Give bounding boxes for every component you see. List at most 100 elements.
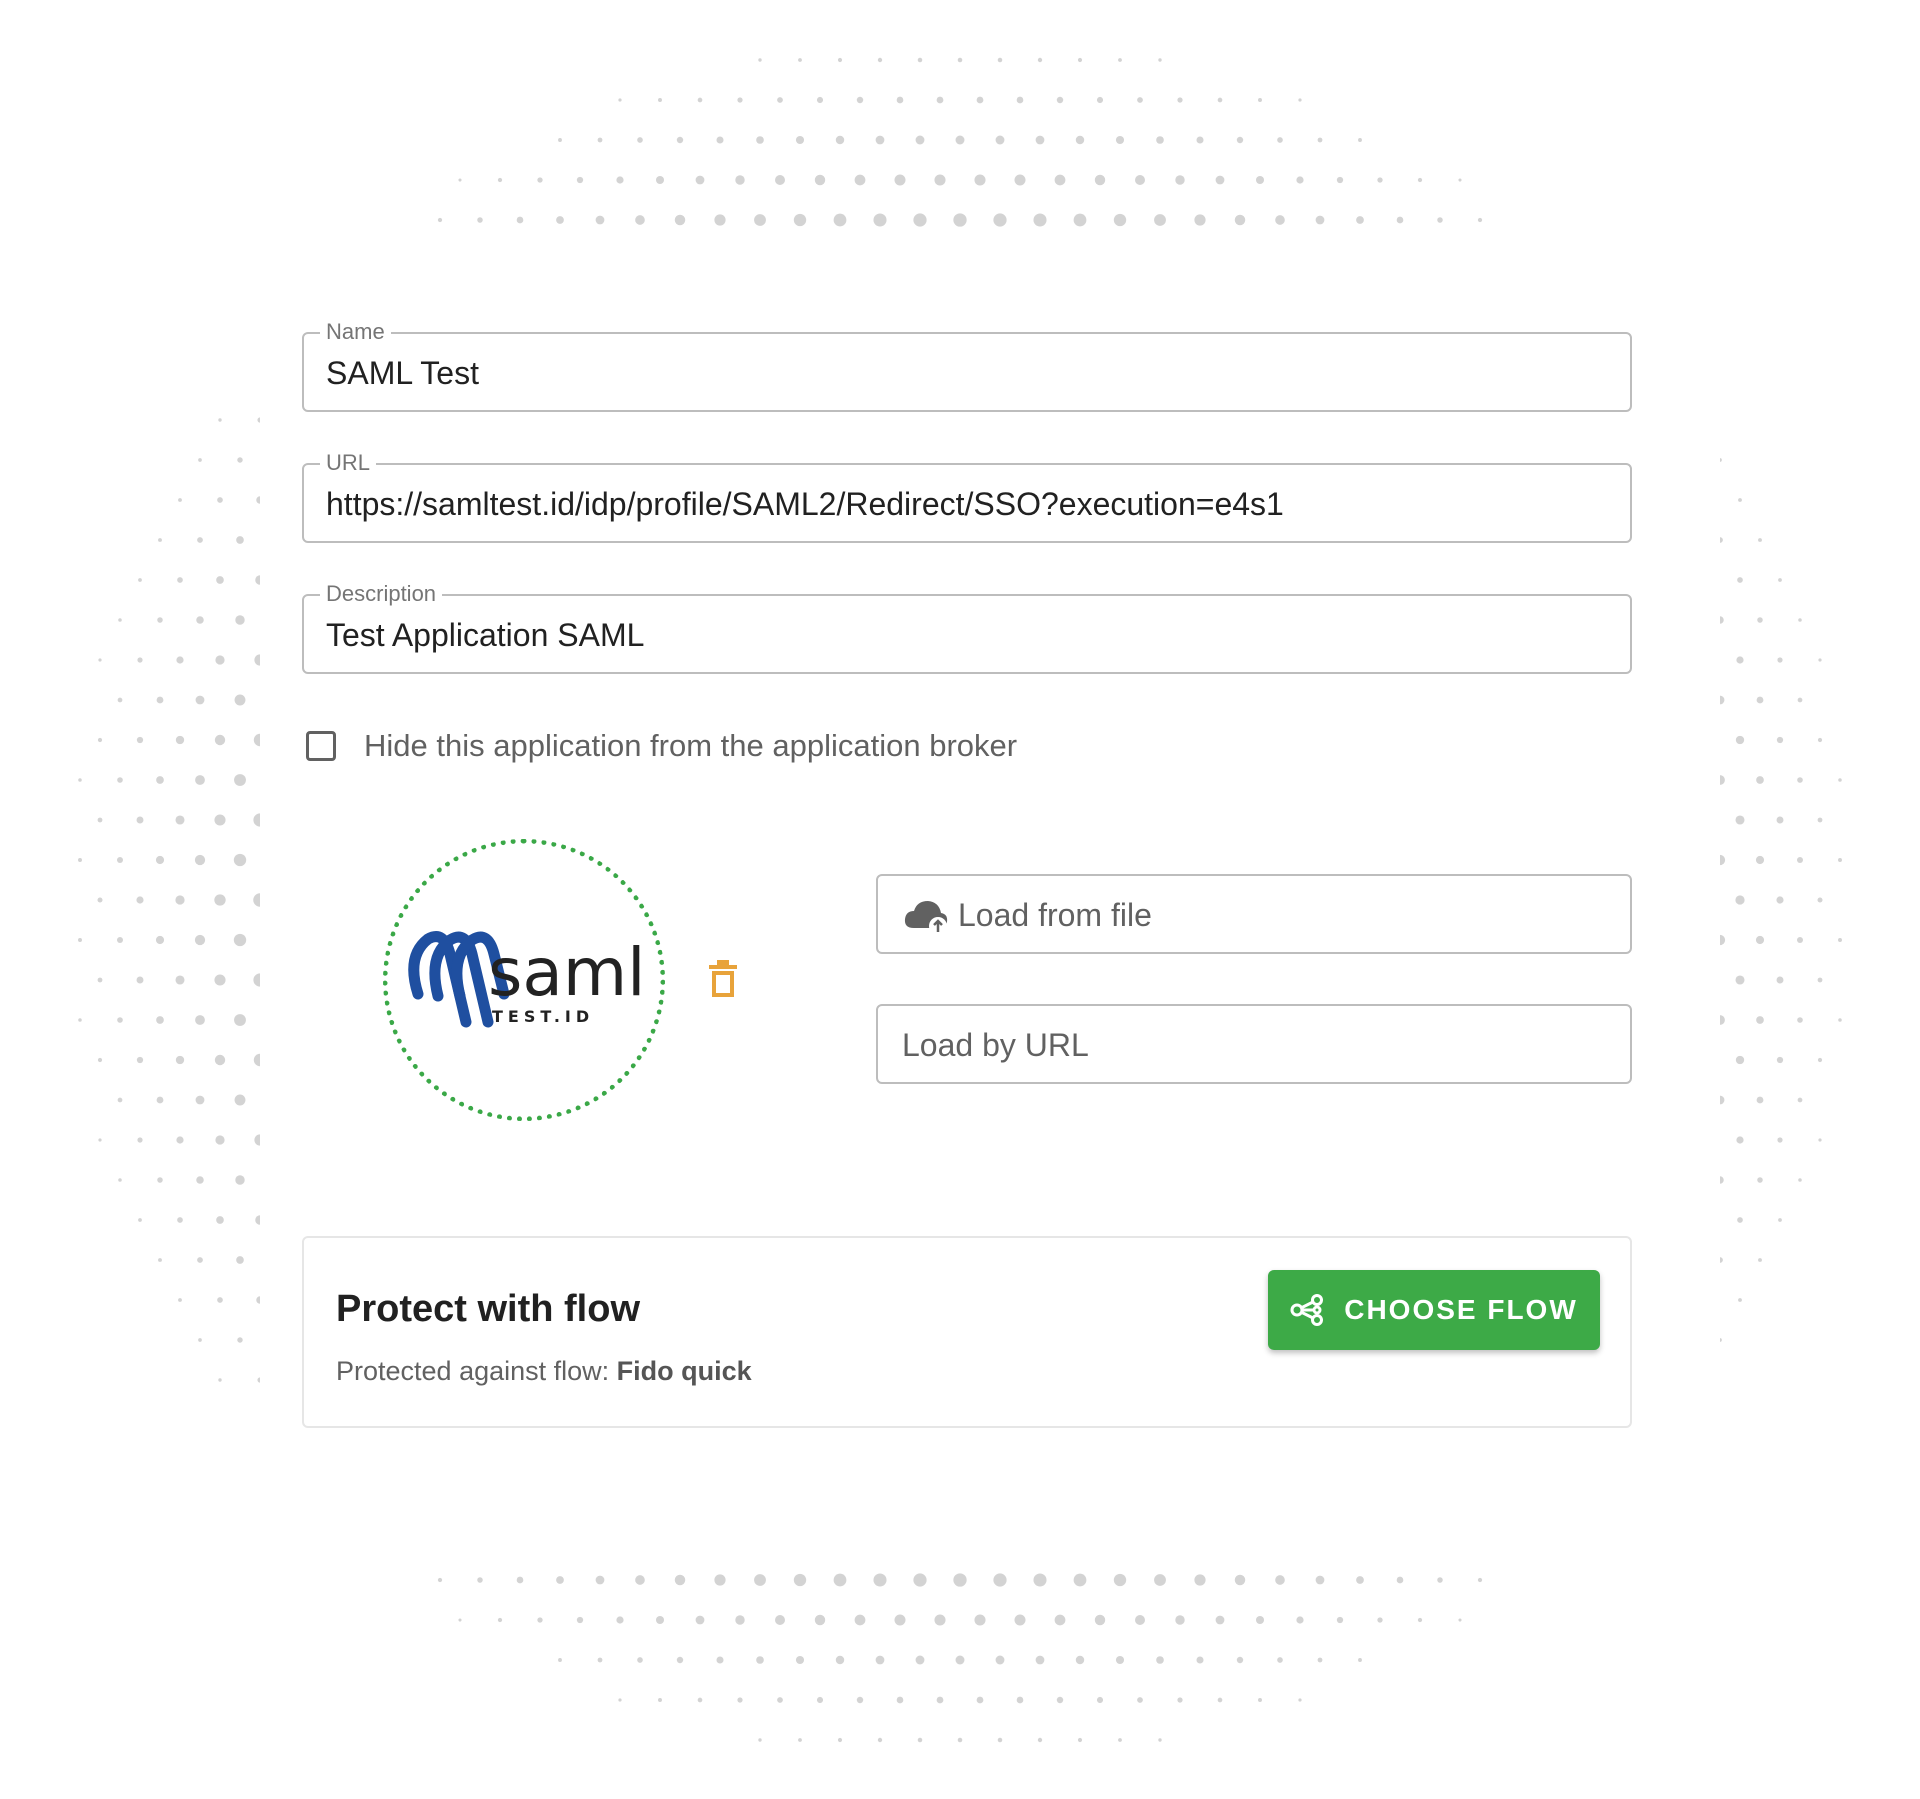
hide-app-checkbox-row[interactable]: Hide this application from the applicati… — [306, 726, 1017, 766]
protect-flow-prefix: Protected against flow: — [336, 1356, 617, 1386]
background-dot — [917, 57, 923, 63]
background-dot — [1035, 1655, 1045, 1665]
background-dot — [136, 896, 144, 904]
background-dot — [756, 1656, 764, 1664]
background-dot — [437, 1577, 443, 1583]
background-dot — [1755, 935, 1765, 945]
background-dot — [695, 175, 705, 185]
name-field-label: Name — [320, 319, 391, 345]
background-dot — [1255, 1615, 1265, 1625]
background-dot — [616, 1616, 624, 1624]
background-dot — [877, 1737, 883, 1743]
background-dot — [798, 58, 802, 62]
background-dot — [1797, 1097, 1803, 1103]
background-dot — [1336, 1616, 1344, 1624]
background-dot — [1377, 177, 1383, 183]
background-dot — [1736, 656, 1744, 664]
url-field-value[interactable]: https://samltest.id/idp/profile/SAML2/Re… — [326, 485, 1284, 523]
background-dot — [1477, 217, 1483, 223]
background-dot — [156, 1096, 164, 1104]
background-dot — [117, 697, 123, 703]
background-dot — [1094, 1614, 1106, 1626]
background-dot — [1778, 1218, 1782, 1222]
background-dot — [198, 1338, 202, 1342]
background-dot — [957, 57, 963, 63]
background-dot — [936, 1696, 944, 1704]
background-dot — [1396, 216, 1404, 224]
background-dot — [1037, 57, 1043, 63]
name-field[interactable]: Name SAML Test — [302, 319, 1632, 412]
hide-app-checkbox[interactable] — [306, 731, 336, 761]
background-dot — [1075, 1655, 1085, 1665]
background-dot — [775, 1615, 785, 1625]
background-dot — [835, 1655, 845, 1665]
background-dot — [176, 656, 184, 664]
background-dot — [458, 1618, 462, 1622]
background-dot — [117, 1017, 123, 1023]
background-dot — [1037, 1737, 1043, 1743]
background-dot — [117, 1097, 123, 1103]
background-dot — [1735, 815, 1745, 825]
background-dot — [856, 1696, 864, 1704]
background-dot — [1838, 778, 1842, 782]
choose-flow-button[interactable]: CHOOSE FLOW — [1268, 1270, 1600, 1350]
background-dot — [674, 214, 686, 226]
background-dot — [915, 1655, 925, 1665]
background-dot — [1115, 1655, 1125, 1665]
background-dot — [1758, 538, 1762, 542]
background-dot — [1137, 97, 1143, 103]
background-dot — [1798, 1178, 1802, 1182]
background-dot — [1356, 1576, 1364, 1584]
saml-logo: saml TEST.ID — [408, 931, 645, 1028]
load-from-file-button[interactable]: Load from file — [876, 874, 1632, 954]
background-dot — [1156, 136, 1164, 144]
background-dot — [896, 1696, 904, 1704]
background-dot — [233, 933, 247, 947]
background-dot — [1054, 174, 1066, 186]
trash-icon[interactable] — [708, 959, 738, 999]
background-dot — [1735, 975, 1745, 985]
url-field[interactable]: URL https://samltest.id/idp/profile/SAML… — [302, 450, 1632, 543]
name-field-value[interactable]: SAML Test — [326, 354, 479, 392]
background-dot — [1757, 617, 1763, 623]
background-dot — [1458, 1618, 1462, 1622]
background-dot — [873, 213, 887, 227]
background-dot — [1838, 858, 1842, 862]
background-dot — [1396, 1576, 1404, 1584]
background-dot — [894, 174, 906, 186]
background-dot — [1437, 1577, 1443, 1583]
background-dot — [556, 1576, 564, 1584]
background-dot — [1113, 1573, 1127, 1587]
description-field[interactable]: Description Test Application SAML — [302, 581, 1632, 674]
background-dot — [875, 1655, 885, 1665]
background-dot — [234, 1014, 246, 1026]
background-dot — [1275, 215, 1285, 225]
background-dot — [98, 658, 102, 662]
background-dot — [1735, 1055, 1745, 1065]
background-dot — [233, 853, 247, 867]
background-dot — [1217, 97, 1223, 103]
background-dot — [214, 814, 226, 826]
background-dot — [635, 1575, 645, 1585]
background-dot — [595, 215, 605, 225]
description-field-value[interactable]: Test Application SAML — [326, 616, 644, 654]
background-dot — [795, 135, 805, 145]
background-dot — [777, 97, 783, 103]
background-dot — [558, 1658, 562, 1662]
background-dot — [1277, 137, 1283, 143]
background-dot — [716, 1656, 724, 1664]
background-dot — [97, 1057, 103, 1063]
background-dot — [137, 657, 143, 663]
background-dot — [1736, 1136, 1744, 1144]
background-dot — [595, 1575, 605, 1585]
background-dot — [777, 1697, 783, 1703]
background-dot — [1738, 1298, 1742, 1302]
hide-app-checkbox-label[interactable]: Hide this application from the applicati… — [364, 728, 1017, 764]
background-dot — [234, 774, 246, 786]
background-dot — [177, 1217, 183, 1223]
background-dot — [758, 1738, 762, 1742]
background-dot — [138, 1218, 142, 1222]
load-by-url-field[interactable]: Load by URL — [876, 1004, 1632, 1084]
background-dot — [856, 96, 864, 104]
background-dot — [816, 1696, 824, 1704]
